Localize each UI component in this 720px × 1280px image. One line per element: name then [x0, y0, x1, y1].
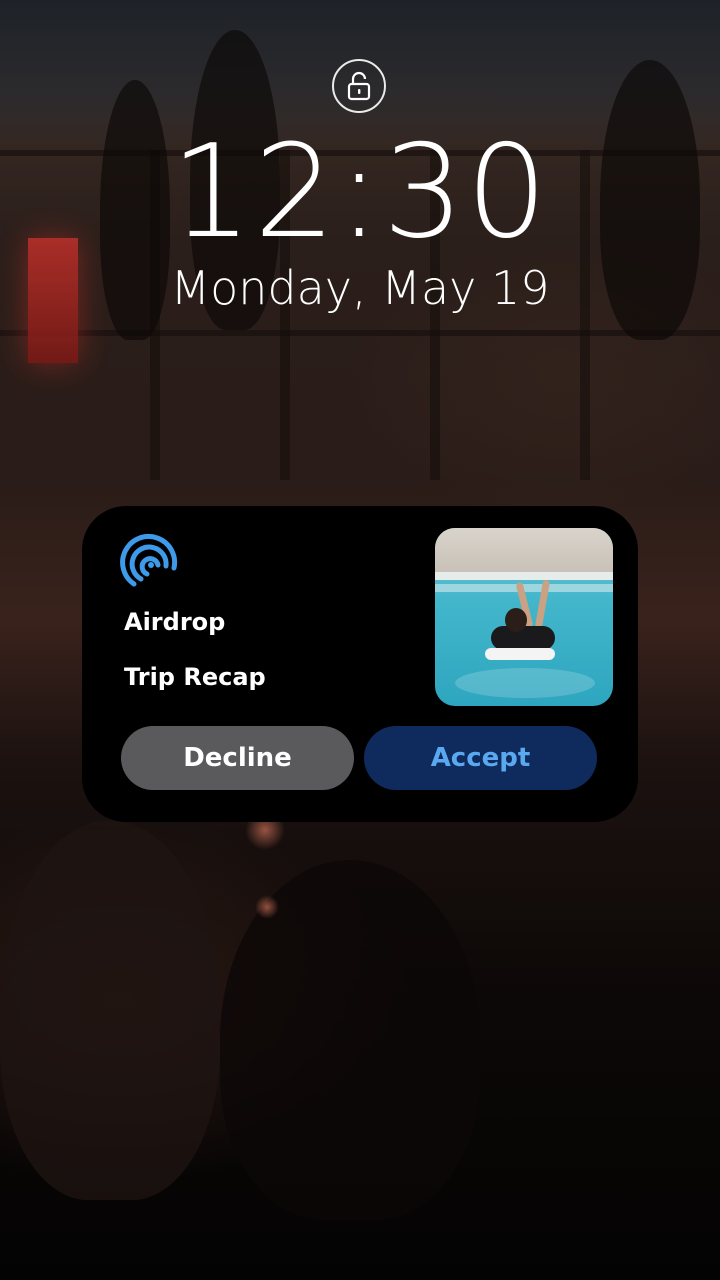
decline-button[interactable]: Decline: [121, 726, 354, 790]
lock-screen-date: Monday, May 19: [170, 261, 550, 315]
wallpaper-person: [0, 820, 220, 1200]
thumbnail-pool-step: [435, 572, 613, 580]
pool-photo-thumbnail[interactable]: [435, 528, 613, 706]
lock-status[interactable]: [332, 59, 386, 113]
airdrop-request-card[interactable]: Airdrop Trip Recap Decline Accept: [82, 506, 638, 822]
thumbnail-water-ripple: [455, 668, 595, 698]
lock-screen-time: 12:30: [170, 118, 550, 267]
airdrop-title: Airdrop: [124, 608, 226, 636]
wallpaper-light: [255, 895, 279, 919]
wallpaper-rail: [0, 330, 720, 336]
thumbnail-swimmer-head: [505, 608, 527, 632]
thumbnail-swimmer: [491, 626, 555, 650]
thumbnail-pool-deck: [435, 528, 613, 576]
accept-button[interactable]: Accept: [364, 726, 597, 790]
thumbnail-bodyboard: [485, 648, 555, 660]
unlocked-padlock-icon: [347, 71, 371, 101]
airdrop-item-name: Trip Recap: [124, 663, 266, 691]
airdrop-icon: [120, 533, 178, 587]
